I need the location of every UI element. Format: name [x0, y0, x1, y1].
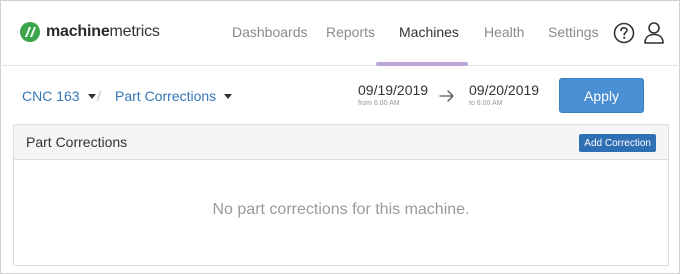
view-selector-label: Part Corrections [115, 88, 217, 104]
chevron-down-icon [224, 93, 233, 99]
machine-selector[interactable]: CNC 163 [22, 88, 96, 104]
top-navbar: machinemetrics Dashboards Reports Machin… [0, 0, 680, 66]
nav-active-indicator [376, 62, 468, 66]
nav-machines[interactable]: Machines [399, 24, 459, 40]
nav-settings[interactable]: Settings [548, 24, 599, 40]
start-date-subtext: from 6:00 AM [358, 100, 400, 107]
empty-state-message: No part corrections for this machine. [212, 201, 470, 218]
panel-title: Part Corrections [26, 134, 128, 150]
user-icon[interactable] [643, 21, 665, 45]
start-date-picker[interactable]: 09/19/2019 from 6:00 AM [358, 82, 428, 107]
breadcrumb-separator: / [97, 88, 101, 104]
brand-name-rest: metrics [109, 23, 160, 40]
apply-button[interactable]: Apply [559, 78, 644, 113]
end-date-value: 09/20/2019 [469, 82, 540, 98]
question-circle-icon[interactable] [613, 22, 635, 44]
view-selector[interactable]: Part Corrections [115, 88, 233, 104]
brand-name-bold: machine [46, 23, 110, 40]
add-correction-button[interactable]: Add Correction [579, 134, 656, 152]
brand-name: machinemetrics [46, 23, 160, 41]
nav-health[interactable]: Health [484, 24, 524, 40]
arrow-right-icon [439, 90, 454, 102]
nav-dashboards[interactable]: Dashboards [232, 24, 308, 40]
nav-reports[interactable]: Reports [326, 24, 375, 40]
panel-header: Part Corrections Add Correction [14, 125, 668, 160]
part-corrections-panel: Part Corrections Add Correction No part … [13, 124, 669, 266]
logo-mark-icon [20, 22, 40, 42]
end-date-picker[interactable]: 09/20/2019 to 6:00 AM [469, 82, 539, 107]
chevron-down-icon [87, 93, 96, 99]
start-date-value: 09/19/2019 [358, 82, 429, 98]
machine-selector-label: CNC 163 [22, 88, 80, 104]
brand-logo[interactable]: machinemetrics [20, 20, 160, 44]
end-date-subtext: to 6:00 AM [469, 100, 503, 107]
